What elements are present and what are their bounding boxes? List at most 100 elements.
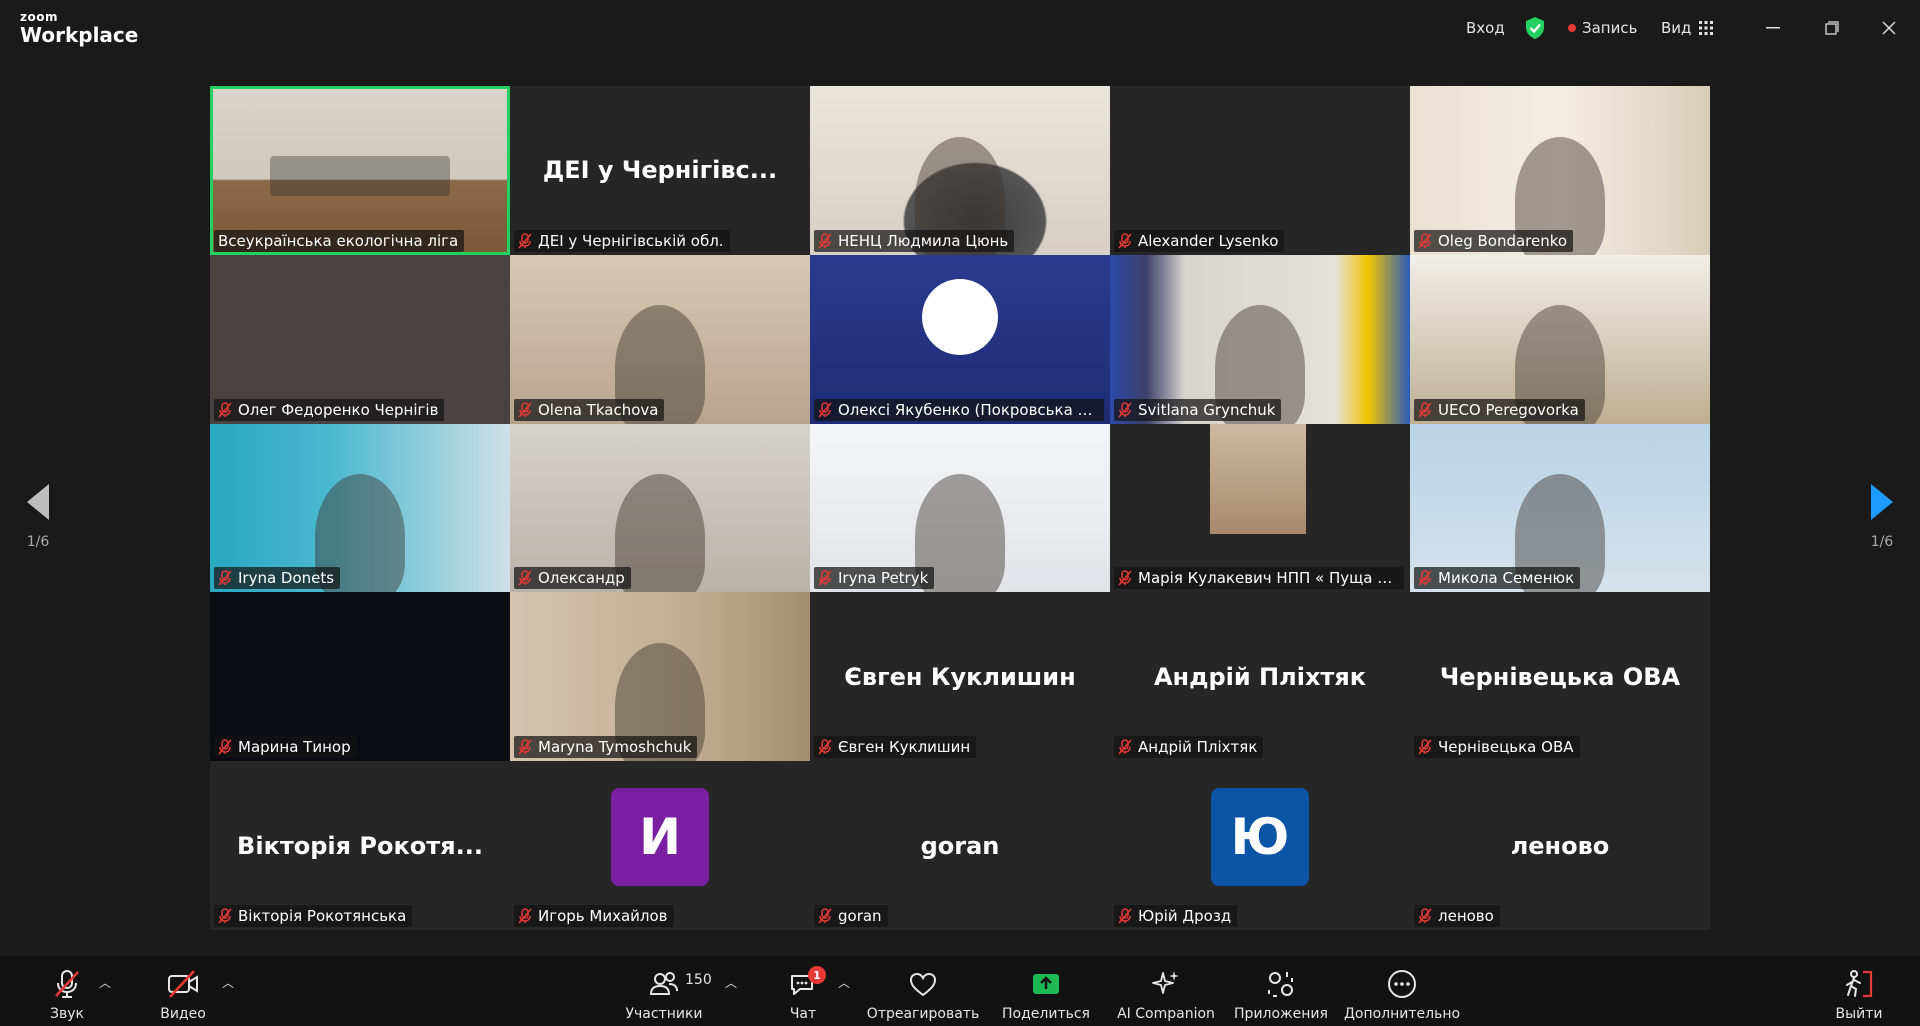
view-label: Вид (1661, 19, 1692, 37)
participant-tile[interactable]: Олег Федоренко Чернігів (210, 254, 510, 424)
title-bar: zoom Workplace Вход Запись Вид (0, 0, 1920, 56)
mic-muted-icon (818, 739, 832, 755)
participant-name: Олег Федоренко Чернігів (238, 400, 439, 419)
participant-nameplate: Олександр (514, 567, 631, 590)
participant-tile[interactable]: Olena Tkachova (510, 254, 810, 424)
record-button[interactable]: Запись (1568, 0, 1637, 56)
participant-tile[interactable]: Марина Тинор (210, 592, 510, 762)
security-shield-icon[interactable] (1524, 0, 1546, 56)
share-screen-icon (1033, 974, 1059, 994)
login-button[interactable]: Вход (1466, 0, 1505, 56)
record-dot-icon (1568, 24, 1576, 32)
participant-tile[interactable]: Iryna Donets (210, 423, 510, 593)
participant-tile[interactable]: И Игорь Михайлов (510, 761, 810, 930)
participant-tile[interactable]: Iryna Petryk (810, 423, 1110, 593)
mic-muted-icon (518, 739, 532, 755)
participant-nameplate: леново (1414, 904, 1500, 927)
participant-nameplate: ДЕІ у Чернігівській обл. (514, 229, 730, 252)
next-page-button[interactable]: 1/6 (1852, 484, 1912, 550)
mic-muted-icon (518, 570, 532, 586)
logo-small-text: zoom (20, 10, 58, 24)
participant-tile[interactable]: Олексі Якубенко (Покровська сели... (810, 254, 1110, 424)
participant-tile[interactable]: Марія Кулакевич НПП « Пуща Радзі... (1110, 423, 1410, 593)
video-off-icon (168, 970, 198, 998)
leave-icon (1846, 970, 1873, 998)
mic-muted-icon (1118, 570, 1132, 586)
restore-icon[interactable] (1818, 14, 1846, 42)
participant-nameplate: Alexander Lysenko (1114, 229, 1285, 252)
prev-page-button[interactable]: 1/6 (8, 484, 68, 550)
mic-muted-icon (1118, 401, 1132, 418)
participant-display-name: леново (1510, 831, 1610, 860)
participant-nameplate: Игорь Михайлов (514, 904, 674, 927)
share-button[interactable]: Поделиться (1001, 956, 1091, 1026)
participant-tile[interactable]: Oleg Bondarenko (1410, 86, 1710, 255)
participant-name: Всеукраїнська екологічна ліга (218, 231, 459, 250)
participant-nameplate: Олег Федоренко Чернігів (214, 398, 445, 421)
participant-nameplate: Марина Тинор (214, 736, 357, 759)
participant-tile[interactable]: Чернівецька ОВА Чернівецька ОВА (1410, 592, 1710, 762)
participant-name: Iryna Donets (238, 569, 335, 588)
video-button[interactable]: Видео (158, 956, 208, 1026)
page-indicator-left: 1/6 (26, 534, 50, 550)
participant-display-name: Євген Куклишин (844, 662, 1076, 691)
mic-muted-icon (818, 570, 832, 586)
audio-options-chevron-icon[interactable]: ︿ (99, 974, 111, 991)
participants-options-chevron-icon[interactable]: ︿ (725, 974, 737, 991)
participant-tile[interactable]: Олександр (510, 423, 810, 593)
participant-tile[interactable]: Svitlana Grynchuk (1110, 254, 1410, 424)
react-button[interactable]: Отреагировать (867, 956, 979, 1026)
mic-muted-icon (1418, 401, 1432, 418)
mic-muted-icon (818, 233, 832, 249)
participants-label: Участники (625, 1006, 703, 1022)
participant-name: UECO Peregovorka (1438, 400, 1579, 419)
participant-name: Марія Кулакевич НПП « Пуща Радзі... (1138, 569, 1398, 588)
participant-tile[interactable]: Maryna Tymoshchuk (510, 592, 810, 762)
participant-tile[interactable]: ДЕІ у Чернігівс... ДЕІ у Чернігівській об… (510, 86, 810, 255)
participant-tile[interactable]: Євген Куклишин Євген Куклишин (810, 592, 1110, 762)
participant-name: Андрій Пліхтяк (1138, 738, 1258, 757)
video-feed (270, 156, 450, 196)
more-label: Дополнительно (1343, 1006, 1461, 1022)
participant-nameplate: Всеукраїнська екологічна ліга (214, 229, 465, 252)
video-options-chevron-icon[interactable]: ︿ (222, 974, 234, 991)
participant-tile[interactable]: НЕНЦ Людмила Цюнь (810, 86, 1110, 255)
participant-name: Юрій Дрозд (1138, 906, 1232, 925)
meeting-toolbar: Звук ︿ Видео ︿ Участники 150 ︿ Чат 1 ︿ О… (0, 956, 1920, 1026)
participant-name: Олексі Якубенко (Покровська сели... (838, 400, 1098, 419)
leave-button[interactable]: Выйти (1836, 956, 1883, 1026)
participant-tile[interactable]: Всеукраїнська екологічна ліга (210, 86, 510, 255)
audio-button[interactable]: Звук (42, 956, 92, 1026)
participant-name: Марина Тинор (238, 738, 351, 757)
participant-display-name: Чернівецька ОВА (1439, 662, 1681, 691)
participants-button[interactable]: Участники (624, 956, 704, 1026)
participant-tile[interactable]: Андрій Пліхтяк Андрій Пліхтяк (1110, 592, 1410, 762)
chat-options-chevron-icon[interactable]: ︿ (838, 974, 850, 991)
participant-tile[interactable]: Вікторія Рокотя... Вікторія Рокотянська (210, 761, 510, 930)
logo-big-text: Workplace (20, 23, 139, 47)
share-label: Поделиться (1002, 1006, 1090, 1022)
ai-companion-button[interactable]: AI Companion (1115, 956, 1217, 1026)
participant-tile[interactable]: Alexander Lysenko (1110, 86, 1410, 255)
minimize-icon[interactable] (1759, 14, 1787, 42)
participant-nameplate: Olena Tkachova (514, 398, 665, 421)
mic-muted-icon (1418, 739, 1432, 755)
apps-icon (1268, 972, 1293, 997)
participant-nameplate: goran (814, 904, 888, 927)
close-icon[interactable] (1875, 14, 1903, 42)
participant-nameplate: Maryna Tymoshchuk (514, 736, 698, 759)
participant-tile[interactable]: леново леново (1410, 761, 1710, 930)
participant-tile[interactable]: Микола Семенюк (1410, 423, 1710, 593)
view-button[interactable]: Вид (1661, 0, 1714, 56)
mic-muted-icon (218, 570, 232, 586)
participant-tile[interactable]: Ю Юрій Дрозд (1110, 761, 1410, 930)
participant-name: Вікторія Рокотянська (238, 906, 407, 925)
participant-name: леново (1438, 906, 1494, 925)
left-arrow-icon (27, 484, 49, 520)
video-feed (922, 278, 998, 355)
participant-tile[interactable]: UECO Peregovorka (1410, 254, 1710, 424)
participant-tile[interactable]: goran goran (810, 761, 1110, 930)
participant-name: Чернівецька ОВА (1438, 738, 1574, 757)
apps-button[interactable]: Приложения (1233, 956, 1329, 1026)
more-button[interactable]: Дополнительно (1343, 956, 1461, 1026)
